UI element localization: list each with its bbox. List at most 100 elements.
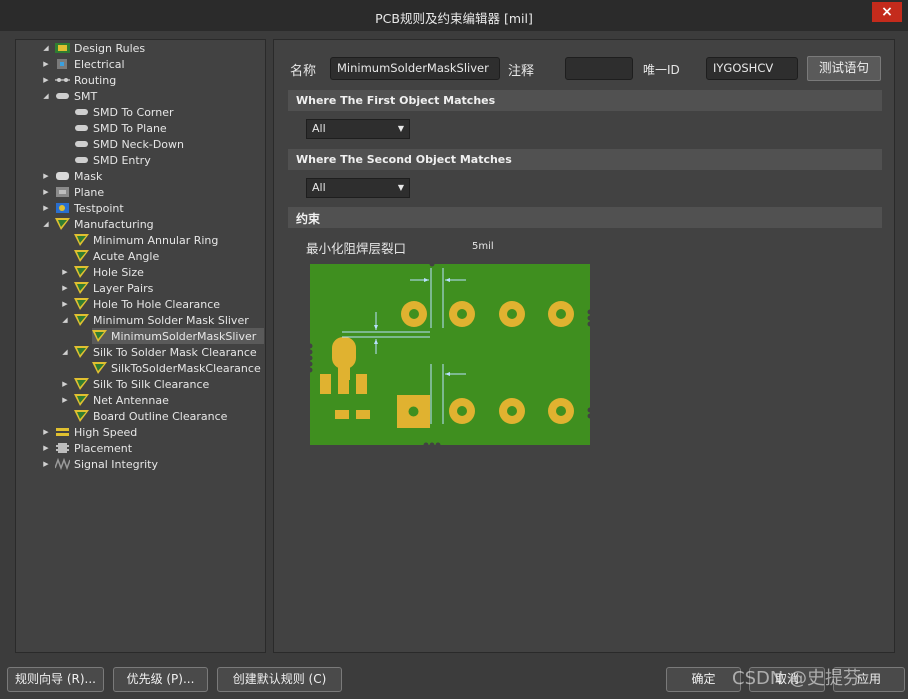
rule-wizard-button[interactable]: 规则向导 (R)... [7,667,104,692]
collapsed-arrow-icon[interactable]: ▶ [41,56,51,72]
first-object-dropdown[interactable]: All ▼ [306,119,410,139]
window-title: PCB规则及约束编辑器 [mil] [375,11,533,26]
manufacturing-rule-icon [74,281,89,294]
tree-item-net-antennae[interactable]: ▶ Net Antennae [62,392,169,408]
constraints-heading: 约束 [296,212,321,226]
ok-button[interactable]: 确定 [666,667,741,692]
smd-pad-mid [338,374,349,394]
collapsed-arrow-icon[interactable]: ▶ [60,376,70,392]
expanded-arrow-icon[interactable]: ◢ [41,216,51,232]
tree-item-testpoint[interactable]: ▶ Testpoint [43,200,123,216]
expanded-arrow-icon[interactable]: ◢ [60,312,70,328]
tree-item-mask[interactable]: ▶ Mask [43,168,102,184]
tree-item-placement[interactable]: ▶ Placement [43,440,133,456]
tree-item-label: SMD To Plane [93,122,167,135]
expanded-arrow-icon[interactable]: ◢ [60,344,70,360]
tree-item-label: Minimum Annular Ring [93,234,219,247]
create-default-rules-button[interactable]: 创建默认规则 (C) [217,667,342,692]
smd-rule-icon [74,122,89,134]
expanded-arrow-icon[interactable]: ◢ [41,88,51,104]
smt-icon [55,90,70,102]
tree-item-minimumsoldermasksliver[interactable]: MinimumSolderMaskSliver [92,328,264,344]
name-label: 名称 [290,64,317,79]
manufacturing-rule-icon [74,249,89,262]
uid-field[interactable]: IYGOSHCV [706,57,798,80]
manufacturing-rule-icon [92,361,107,374]
collapsed-arrow-icon[interactable]: ▶ [41,184,51,200]
tree-item-smd-to-corner[interactable]: SMD To Corner [74,104,174,120]
tree-item-smd-neck-down[interactable]: SMD Neck-Down [74,136,184,152]
pad-hole [556,309,566,319]
collapsed-arrow-icon[interactable]: ▶ [41,72,51,88]
tree-item-hole-to-hole-clearance[interactable]: ▶ Hole To Hole Clearance [62,296,221,312]
second-object-section: Where The Second Object Matches [288,149,882,170]
tree-item-label: SMD Entry [93,154,151,167]
first-object-section: Where The First Object Matches [288,90,882,111]
collapsed-arrow-icon[interactable]: ▶ [41,200,51,216]
tree-item-acute-angle[interactable]: Acute Angle [74,248,159,264]
tree-item-smt[interactable]: ◢ SMT [43,88,98,104]
tree-item-design-rules[interactable]: ◢ Design Rules [43,40,145,56]
smd-small-pad-1 [335,410,349,419]
collapsed-arrow-icon[interactable]: ▶ [41,424,51,440]
collapsed-arrow-icon[interactable]: ▶ [41,440,51,456]
tree-item-layer-pairs[interactable]: ▶ Layer Pairs [62,280,153,296]
tree-item-label: SMT [74,90,98,103]
pad-hole [457,309,467,319]
priorities-button[interactable]: 优先级 (P)... [113,667,208,692]
chevron-down-icon: ▼ [397,124,404,133]
collapsed-arrow-icon[interactable]: ▶ [41,456,51,472]
mask-icon [55,170,70,182]
collapsed-arrow-icon[interactable]: ▶ [60,392,70,408]
tree-item-label: Signal Integrity [74,458,158,471]
tree-item-electrical[interactable]: ▶ Electrical [43,56,125,72]
tree-item-label: Hole To Hole Clearance [93,298,221,311]
tree-item-smd-to-plane[interactable]: SMD To Plane [74,120,167,136]
tree-item-label: Placement [74,442,133,455]
min-sliver-value[interactable]: 5mil [472,241,494,252]
tree-item-minimum-annular-ring[interactable]: Minimum Annular Ring [74,232,218,248]
tree-item-label: SilkToSolderMaskClearance [111,362,261,375]
tree-item-high-speed[interactable]: ▶ High Speed [43,424,137,440]
high-speed-icon [55,426,70,438]
plane-icon [55,186,70,198]
second-object-dropdown[interactable]: All ▼ [306,178,410,198]
second-object-heading: Where The Second Object Matches [296,153,512,166]
tree-item-label: Routing [74,74,117,87]
collapsed-arrow-icon[interactable]: ▶ [60,264,70,280]
manufacturing-rule-icon [74,393,89,406]
comment-label: 注释 [508,64,535,79]
tree-item-smd-entry[interactable]: SMD Entry [74,152,151,168]
tree-item-hole-size[interactable]: ▶ Hole Size [62,264,144,280]
tree-item-label: Electrical [74,58,125,71]
solder-mask-sliver-diagram [310,264,590,445]
tree-item-board-outline-clearance[interactable]: Board Outline Clearance [74,408,227,424]
tree-item-signal-integrity[interactable]: ▶ Signal Integrity [43,456,158,472]
collapsed-arrow-icon[interactable]: ▶ [41,168,51,184]
tree-item-label: Silk To Silk Clearance [93,378,210,391]
expanded-arrow-icon[interactable]: ◢ [41,40,51,56]
tree-item-label: MinimumSolderMaskSliver [111,330,257,343]
smd-rule-icon [74,106,89,118]
tree-item-plane[interactable]: ▶ Plane [43,184,104,200]
tree-item-label: Board Outline Clearance [93,410,228,423]
smd-pad-left [320,374,331,394]
first-object-heading: Where The First Object Matches [296,94,496,107]
tree-item-label: Acute Angle [93,250,160,263]
tree-item-silktosoldermaskclearance[interactable]: SilkToSolderMaskClearance [92,360,261,376]
name-field[interactable]: MinimumSolderMaskSliver [330,57,500,80]
tree-item-silk-to-solder-mask-clearance[interactable]: ◢ Silk To Solder Mask Clearance [62,344,257,360]
chevron-down-icon: ▼ [397,183,404,192]
tree-item-minimum-solder-mask-sliver[interactable]: ◢ Minimum Solder Mask Sliver [62,312,249,328]
min-sliver-label: 最小化阻焊层裂口 [306,241,407,256]
tree-item-routing[interactable]: ▶ Routing [43,72,117,88]
close-button[interactable]: × [872,2,902,22]
collapsed-arrow-icon[interactable]: ▶ [60,280,70,296]
test-query-button[interactable]: 测试语句 [807,56,881,81]
tree-item-manufacturing[interactable]: ◢ Manufacturing [43,216,154,232]
tree-item-silk-to-silk-clearance[interactable]: ▶ Silk To Silk Clearance [62,376,210,392]
electrical-icon [55,58,70,70]
comment-field[interactable] [565,57,633,80]
constraints-section: 约束 [288,207,882,228]
collapsed-arrow-icon[interactable]: ▶ [60,296,70,312]
